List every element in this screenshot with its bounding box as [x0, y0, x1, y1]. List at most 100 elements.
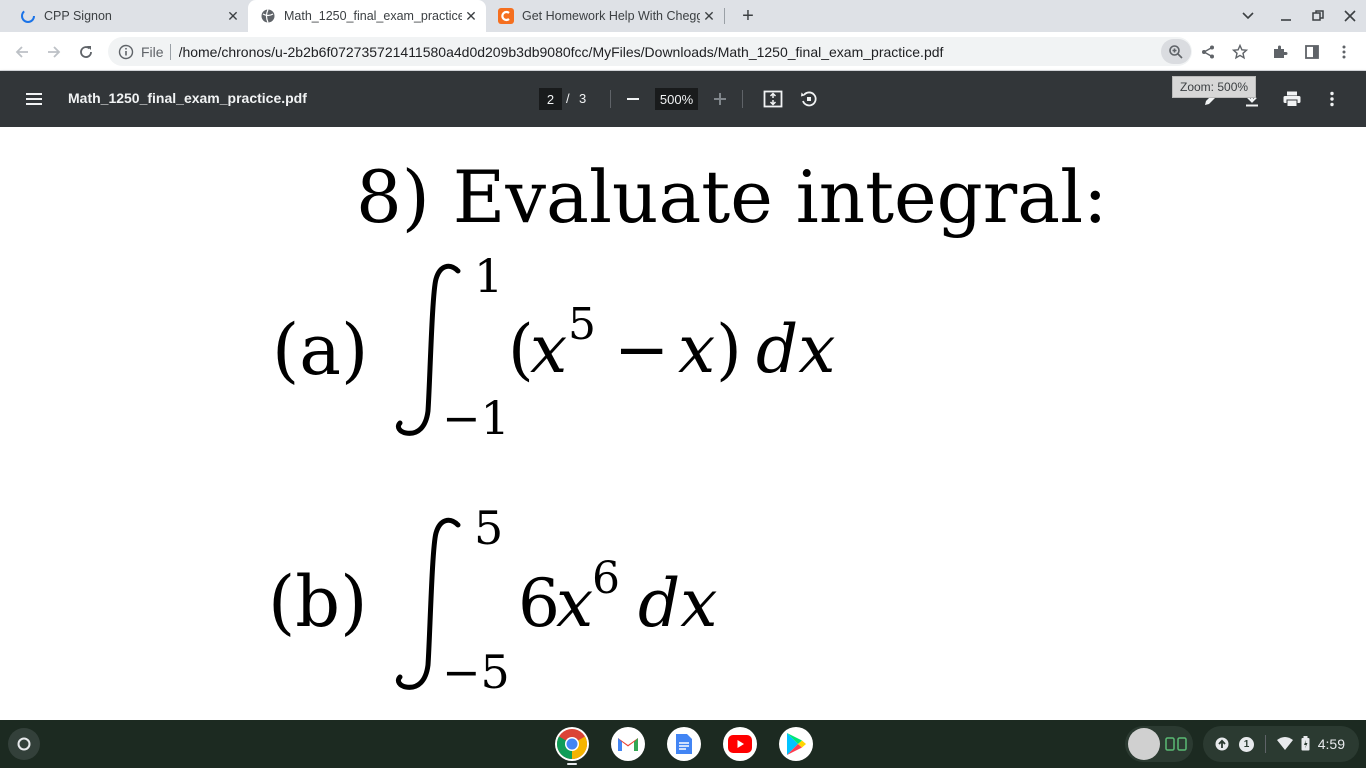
part-a-close-paren: ): [716, 311, 742, 388]
zoom-level-input[interactable]: 500%: [655, 88, 698, 110]
launcher-button[interactable]: [8, 728, 40, 760]
zoom-in-icon: [1169, 44, 1183, 59]
toolbar-divider: [742, 90, 743, 108]
part-b-differential: dx: [638, 565, 718, 642]
minimize-button[interactable]: [1274, 4, 1298, 28]
gmail-app[interactable]: [611, 727, 645, 761]
close-icon: [1344, 10, 1356, 22]
part-a-minus: −: [614, 311, 670, 388]
battery-icon: [1301, 736, 1310, 751]
status-tray[interactable]: 1 4:59: [1203, 726, 1359, 762]
toolbar-divider: [610, 90, 611, 108]
print-button[interactable]: [1280, 87, 1304, 111]
address-bar[interactable]: File /home/chronos/u-2b2b6f0727357214115…: [108, 37, 1192, 66]
more-vertical-icon: [1330, 91, 1334, 107]
tab-title: Get Homework Help With Chegg: [522, 9, 700, 23]
zoom-out-button[interactable]: [621, 87, 645, 111]
tab-chegg[interactable]: Get Homework Help With Chegg ✕: [486, 0, 724, 32]
share-button[interactable]: [1194, 38, 1222, 66]
pdf-filename: Math_1250_final_exam_practice.pdf: [68, 90, 307, 106]
close-icon[interactable]: ✕: [224, 7, 242, 25]
fit-page-icon: [763, 90, 783, 108]
tab-title: Math_1250_final_exam_practice: [284, 9, 462, 23]
reload-button[interactable]: [72, 38, 100, 66]
part-b-label: (b): [268, 561, 368, 643]
scheme-label: File: [141, 43, 164, 60]
restore-icon: [1312, 10, 1324, 21]
plus-icon: [714, 93, 726, 105]
notification-count-badge[interactable]: 1: [1239, 737, 1254, 752]
pdf-more-button[interactable]: [1320, 87, 1344, 111]
chevron-down-icon: [1242, 12, 1254, 20]
part-a-label: (a): [272, 309, 369, 391]
side-panel-button[interactable]: [1298, 38, 1326, 66]
pdf-toolbar: Math_1250_final_exam_practice.pdf 2 / 3 …: [0, 71, 1366, 127]
pdf-page-content: 8) Evaluate integral: (a) 1 −1 ( x 5 − x…: [0, 127, 1366, 720]
page-number-input[interactable]: 2: [539, 88, 562, 110]
arrow-right-icon: [48, 46, 61, 58]
pdf-menu-button[interactable]: [22, 87, 46, 111]
chrome-app[interactable]: [555, 727, 589, 761]
scheme-divider: [169, 43, 171, 60]
close-window-button[interactable]: [1338, 4, 1362, 28]
youtube-app[interactable]: [723, 727, 757, 761]
play-store-icon: [787, 733, 806, 755]
restore-button[interactable]: [1306, 4, 1330, 28]
screenshot-thumbnail[interactable]: [1128, 728, 1160, 760]
part-a-lower-limit: −1: [442, 391, 510, 445]
clock[interactable]: 4:59: [1318, 736, 1345, 752]
close-icon[interactable]: ✕: [462, 7, 480, 25]
extensions-button[interactable]: [1266, 38, 1294, 66]
part-a-variable: x: [530, 311, 568, 388]
part-a-variable: x: [678, 311, 716, 388]
part-a-exponent: 5: [568, 299, 596, 350]
forward-button[interactable]: [40, 38, 68, 66]
zoom-tooltip: Zoom: 500%: [1172, 76, 1257, 98]
fit-to-page-button[interactable]: [761, 87, 785, 111]
globe-icon: [261, 9, 275, 23]
tab-separator: [724, 8, 725, 24]
wifi-icon: [1277, 737, 1293, 750]
gmail-icon: [618, 738, 638, 751]
minimize-icon: [1281, 19, 1291, 21]
side-panel-icon: [1305, 45, 1319, 59]
rotate-counterclockwise-icon: [801, 91, 817, 107]
browser-toolbar: File /home/chronos/u-2b2b6f0727357214115…: [0, 32, 1366, 71]
zoom-in-button[interactable]: [708, 87, 732, 111]
minus-icon: [627, 98, 639, 100]
chrome-menu-button[interactable]: [1330, 38, 1358, 66]
loading-spinner-icon: [21, 9, 35, 23]
part-b-exponent: 6: [592, 553, 620, 604]
docs-icon: [676, 734, 692, 754]
printer-icon: [1283, 91, 1301, 107]
more-vertical-icon: [1342, 45, 1346, 59]
tab-title: CPP Signon: [44, 9, 112, 23]
part-b-lower-limit: −5: [442, 645, 510, 699]
hamburger-menu-icon: [26, 93, 42, 105]
tab-math-pdf[interactable]: Math_1250_final_exam_practice ✕: [248, 0, 486, 32]
new-tab-button[interactable]: +: [736, 4, 760, 28]
zoom-indicator-button[interactable]: [1161, 39, 1191, 64]
back-button[interactable]: [8, 38, 36, 66]
arrow-left-icon: [15, 46, 28, 58]
close-icon[interactable]: ✕: [700, 7, 718, 25]
chegg-icon: [498, 8, 514, 24]
update-arrow-icon: [1215, 737, 1229, 751]
tote-tray[interactable]: [1125, 726, 1193, 762]
tab-cpp-signon[interactable]: CPP Signon ✕: [8, 0, 248, 32]
page-separator: /: [566, 91, 570, 106]
play-store-app[interactable]: [779, 727, 813, 761]
docs-app[interactable]: [667, 727, 701, 761]
part-b-variable: x: [556, 565, 594, 642]
part-a-upper-limit: 1: [474, 249, 504, 303]
tab-search-button[interactable]: [1236, 4, 1260, 28]
bookmark-button[interactable]: [1226, 38, 1254, 66]
part-a-differential: dx: [756, 311, 836, 388]
rotate-button[interactable]: [797, 87, 821, 111]
star-icon: [1232, 44, 1248, 60]
url-text[interactable]: /home/chronos/u-2b2b6f072735721411580a4d…: [179, 44, 1139, 60]
youtube-icon: [728, 735, 752, 753]
chrome-icon: [556, 729, 588, 759]
tab-strip: CPP Signon ✕ Math_1250_final_exam_practi…: [0, 0, 1366, 32]
info-icon[interactable]: [118, 44, 134, 60]
